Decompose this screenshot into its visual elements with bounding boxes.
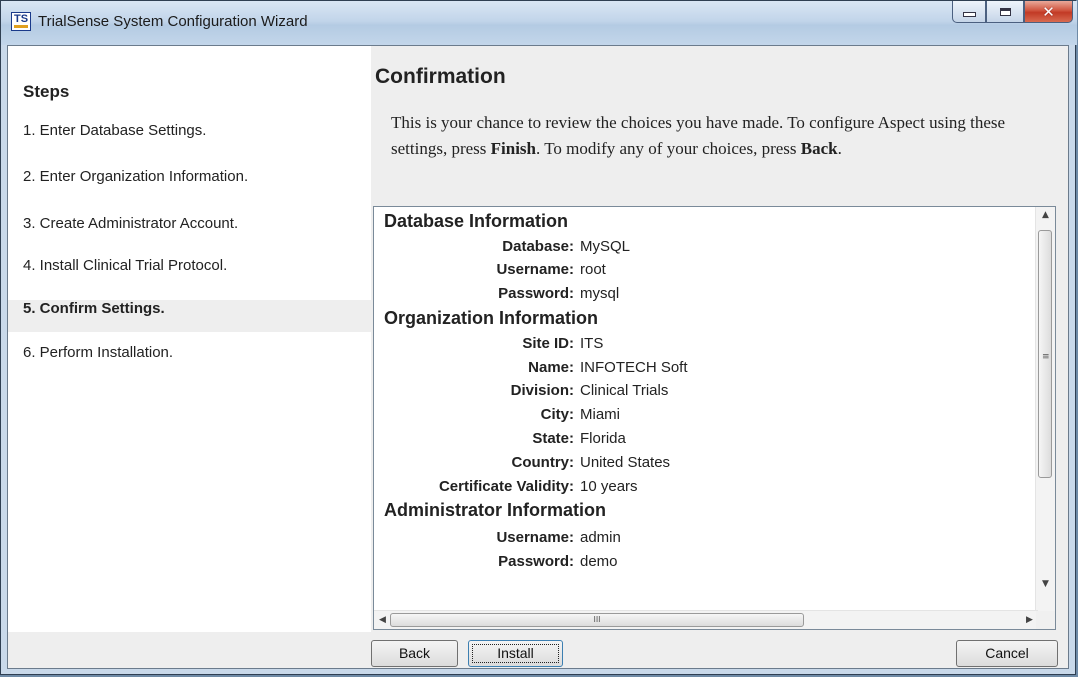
maximize-button[interactable] — [986, 1, 1024, 23]
window-title: TrialSense System Configuration Wizard — [38, 13, 308, 30]
wizard-window: TS TrialSense System Configuration Wizar… — [0, 0, 1077, 675]
steps-panel: Steps 1. Enter Database Settings. 2. Ent… — [8, 46, 371, 632]
administrator-heading: Administrator Information — [384, 500, 607, 520]
app-icon: TS — [11, 12, 31, 31]
cancel-button[interactable]: Cancel — [956, 640, 1058, 667]
minimize-icon — [962, 12, 976, 17]
step-3: 3. Create Administrator Account. — [23, 215, 239, 232]
summary-row: Site ID: ITS — [522, 335, 604, 352]
step-6: 6. Perform Installation. — [23, 344, 174, 361]
organization-heading: Organization Information — [384, 308, 598, 328]
scroll-up-icon[interactable]: ▲ — [1036, 207, 1055, 224]
page-title: Confirmation — [375, 65, 506, 88]
intro-back: Back — [800, 139, 838, 158]
vertical-scrollbar[interactable]: ▲ ≡ ▼ — [1035, 207, 1055, 612]
intro-text: This is your chance to review the choice… — [391, 113, 1006, 158]
intro-finish: Finish — [490, 139, 536, 158]
vertical-scroll-thumb[interactable]: ≡ — [1038, 230, 1052, 478]
summary-scrollpane[interactable]: Database Information Database: MySQL User… — [373, 206, 1056, 630]
summary-row: Division: Clinical Trials — [510, 382, 669, 399]
steps-heading: Steps — [23, 82, 70, 101]
summary-row: Username: root — [496, 261, 606, 278]
install-button[interactable]: Install — [468, 640, 563, 667]
summary-row: Username: admin — [496, 529, 621, 546]
step-2: 2. Enter Organization Information. — [23, 168, 249, 185]
summary-row: Database: MySQL — [502, 238, 631, 255]
scroll-corner — [1036, 611, 1055, 629]
step-1: 1. Enter Database Settings. — [23, 122, 207, 139]
step-4: 4. Install Clinical Trial Protocol. — [23, 257, 228, 274]
app-icon-text: TS — [13, 13, 29, 25]
summary-row: City: Miami — [540, 406, 620, 423]
horizontal-scroll-thumb[interactable]: III — [390, 613, 804, 627]
summary-row: Country: United States — [511, 454, 671, 471]
database-heading: Database Information — [384, 211, 569, 231]
scroll-left-icon[interactable]: ◀ — [374, 611, 391, 629]
close-icon: ✕ — [1042, 2, 1055, 21]
maximize-icon — [999, 7, 1011, 16]
close-button[interactable]: ✕ — [1024, 1, 1073, 23]
summary-row: State: Florida — [532, 430, 626, 447]
step-5-current: 5. Confirm Settings. — [8, 300, 371, 332]
summary-row: Password: mysql — [498, 285, 620, 302]
minimize-button[interactable] — [952, 1, 986, 23]
summary-row: Certificate Validity: 10 years — [438, 478, 638, 495]
horizontal-scrollbar[interactable]: ◀ III ▶ — [374, 610, 1038, 629]
scroll-down-icon[interactable]: ▼ — [1036, 576, 1055, 593]
summary-row: Password: demo — [498, 553, 618, 570]
summary-row: Name: INFOTECH Soft — [528, 359, 688, 376]
grip-icon: ≡ — [1042, 352, 1050, 362]
summary-content: Database Information Database: MySQL User… — [374, 207, 1034, 612]
back-button[interactable]: Back — [371, 640, 458, 667]
wizard-content: Steps 1. Enter Database Settings. 2. Ent… — [7, 45, 1069, 669]
main-panel: Confirmation This is your chance to revi… — [371, 46, 1068, 632]
title-bar[interactable]: TS TrialSense System Configuration Wizar… — [1, 1, 1077, 45]
